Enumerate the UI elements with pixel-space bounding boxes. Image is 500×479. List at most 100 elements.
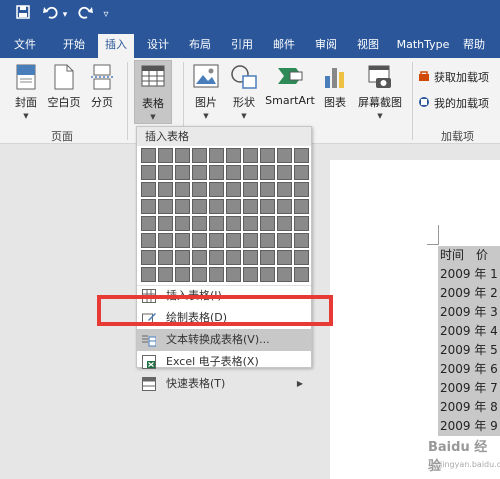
- table-grid-cell[interactable]: [209, 148, 224, 163]
- undo-icon[interactable]: [42, 5, 60, 25]
- table-grid-cell[interactable]: [243, 165, 258, 180]
- table-grid-cell[interactable]: [209, 165, 224, 180]
- table-grid-cell[interactable]: [158, 250, 173, 265]
- table-grid-cell[interactable]: [226, 250, 241, 265]
- table-grid-cell[interactable]: [294, 216, 309, 231]
- document-line[interactable]: 2009 年 6 月: [440, 360, 500, 378]
- table-grid-cell[interactable]: [277, 233, 292, 248]
- pictures-dropdown-arrow[interactable]: ▼: [203, 112, 208, 120]
- screenshot-button[interactable]: 屏幕截图 ▼: [352, 58, 408, 124]
- table-grid-cell[interactable]: [226, 216, 241, 231]
- tab-home[interactable]: 开始: [56, 32, 92, 58]
- cover-page-dropdown-arrow[interactable]: ▼: [23, 112, 28, 120]
- table-dropdown-arrow[interactable]: ▼: [150, 113, 155, 121]
- table-grid-cell[interactable]: [277, 199, 292, 214]
- table-grid-cell[interactable]: [226, 165, 241, 180]
- table-grid-cell[interactable]: [294, 233, 309, 248]
- table-grid-cell[interactable]: [141, 233, 156, 248]
- table-grid-cell[interactable]: [226, 182, 241, 197]
- tab-mathtype[interactable]: MathType: [392, 32, 454, 58]
- table-grid-cell[interactable]: [158, 199, 173, 214]
- document-line[interactable]: 2009 年 8 月: [440, 398, 500, 416]
- table-grid-cell[interactable]: [260, 182, 275, 197]
- redo-icon[interactable]: [76, 5, 94, 25]
- table-grid-cell[interactable]: [175, 148, 190, 163]
- screenshot-dropdown-arrow[interactable]: ▼: [377, 112, 382, 120]
- table-grid-cell[interactable]: [243, 182, 258, 197]
- table-grid-cell[interactable]: [175, 233, 190, 248]
- table-grid-cell[interactable]: [260, 250, 275, 265]
- pictures-button[interactable]: 图片 ▼: [188, 58, 224, 124]
- table-grid-cell[interactable]: [158, 267, 173, 282]
- table-grid-cell[interactable]: [226, 148, 241, 163]
- save-icon[interactable]: [14, 5, 32, 25]
- table-grid-cell[interactable]: [141, 216, 156, 231]
- table-grid-cell[interactable]: [294, 182, 309, 197]
- table-grid-cell[interactable]: [158, 233, 173, 248]
- table-grid-cell[interactable]: [260, 216, 275, 231]
- tab-design[interactable]: 设计: [140, 32, 176, 58]
- table-grid-cell[interactable]: [294, 148, 309, 163]
- table-grid-cell[interactable]: [141, 199, 156, 214]
- table-grid-cell[interactable]: [243, 250, 258, 265]
- table-grid-cell[interactable]: [209, 216, 224, 231]
- table-grid-cell[interactable]: [209, 182, 224, 197]
- table-grid-cell[interactable]: [226, 199, 241, 214]
- table-grid-cell[interactable]: [260, 199, 275, 214]
- tab-layout[interactable]: 布局: [182, 32, 218, 58]
- undo-dropdown-arrow[interactable]: ▾: [60, 5, 70, 25]
- table-grid-cell[interactable]: [158, 165, 173, 180]
- table-grid-cell[interactable]: [243, 199, 258, 214]
- table-grid-cell[interactable]: [243, 216, 258, 231]
- table-grid-cell[interactable]: [192, 148, 207, 163]
- table-grid-cell[interactable]: [209, 250, 224, 265]
- table-grid-cell[interactable]: [294, 199, 309, 214]
- document-line[interactable]: 2009 年 9 月: [440, 417, 500, 435]
- tab-file[interactable]: 文件: [8, 32, 42, 58]
- tab-references[interactable]: 引用: [224, 32, 260, 58]
- table-grid-cell[interactable]: [277, 267, 292, 282]
- shapes-dropdown-arrow[interactable]: ▼: [241, 112, 246, 120]
- document-line[interactable]: 2009 年 7 月: [440, 379, 500, 397]
- tab-view[interactable]: 视图: [350, 32, 386, 58]
- table-grid-cell[interactable]: [277, 165, 292, 180]
- table-grid-cell[interactable]: [243, 267, 258, 282]
- blank-page-button[interactable]: 空白页: [44, 58, 84, 124]
- table-grid-cell[interactable]: [141, 250, 156, 265]
- table-grid-cell[interactable]: [192, 216, 207, 231]
- table-grid-cell[interactable]: [192, 250, 207, 265]
- my-addins-button[interactable]: 我的加载项: [416, 94, 500, 114]
- table-grid-cell[interactable]: [294, 267, 309, 282]
- table-button[interactable]: 表格 ▼: [134, 60, 172, 124]
- table-grid-cell[interactable]: [175, 250, 190, 265]
- table-grid-cell[interactable]: [209, 267, 224, 282]
- excel-spreadsheet-menu-item[interactable]: Excel 电子表格(X): [137, 351, 311, 373]
- table-grid-cell[interactable]: [277, 182, 292, 197]
- table-grid-cell[interactable]: [277, 250, 292, 265]
- document-line[interactable]: 2009 年 1 月: [440, 265, 500, 283]
- cover-page-button[interactable]: 封面 ▼: [6, 58, 46, 124]
- table-grid-cell[interactable]: [243, 148, 258, 163]
- table-grid-cell[interactable]: [192, 182, 207, 197]
- get-addins-button[interactable]: 获取加载项: [416, 68, 500, 88]
- text-to-table-menu-item[interactable]: 文本转换成表格(V)...: [137, 329, 311, 351]
- table-grid-cell[interactable]: [294, 165, 309, 180]
- document-line[interactable]: 2009 年 3 月: [440, 303, 500, 321]
- table-grid-cell[interactable]: [294, 250, 309, 265]
- document-line[interactable]: 2009 年 5 月: [440, 341, 500, 359]
- table-grid-cell[interactable]: [141, 165, 156, 180]
- table-grid-cell[interactable]: [141, 267, 156, 282]
- table-grid-cell[interactable]: [260, 267, 275, 282]
- table-grid-cell[interactable]: [141, 182, 156, 197]
- table-grid-cell[interactable]: [175, 216, 190, 231]
- table-grid-cell[interactable]: [192, 267, 207, 282]
- table-grid-cell[interactable]: [209, 233, 224, 248]
- table-grid-cell[interactable]: [209, 199, 224, 214]
- table-grid-cell[interactable]: [158, 182, 173, 197]
- table-grid-cell[interactable]: [260, 233, 275, 248]
- customize-toolbar-icon[interactable]: ▿: [100, 5, 112, 25]
- table-grid-cell[interactable]: [192, 233, 207, 248]
- table-grid-cell[interactable]: [175, 182, 190, 197]
- shapes-button[interactable]: 形状 ▼: [226, 58, 262, 124]
- table-grid-cell[interactable]: [260, 148, 275, 163]
